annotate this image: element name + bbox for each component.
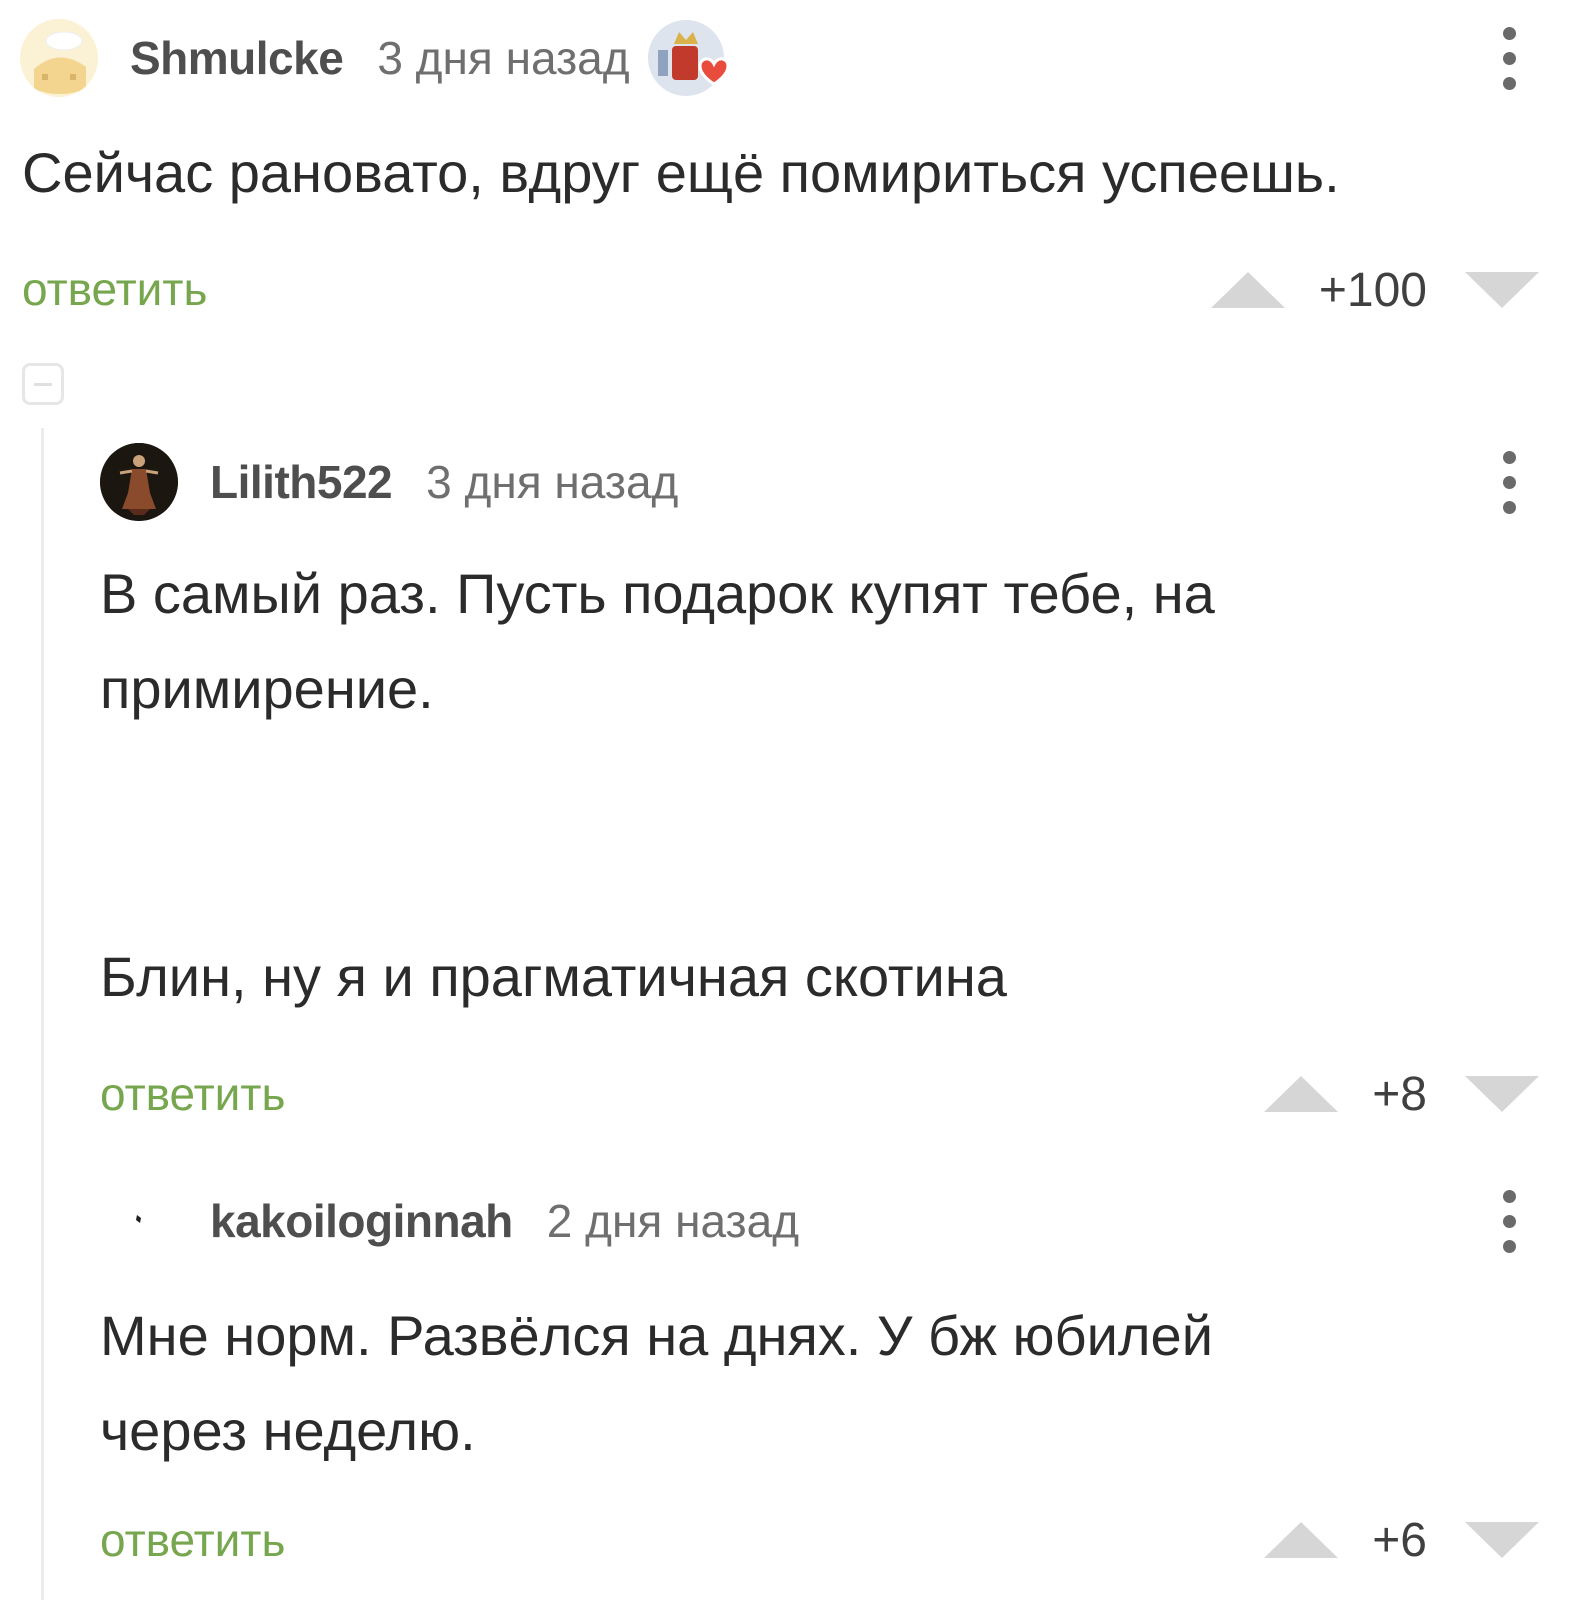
comment-header: Lilith522 3 дня назад [100,442,678,522]
more-options-button[interactable] [1489,442,1529,522]
avatar[interactable] [100,1182,178,1260]
reply-link[interactable]: ответить [100,1513,285,1567]
timestamp: 3 дня назад [426,456,679,508]
thread-line[interactable] [41,428,44,1600]
downvote-arrow-icon[interactable] [1465,272,1539,308]
coat-of-arms-heart-badge-icon[interactable] [647,18,728,98]
more-dot-icon [1502,26,1516,40]
comment-text-line: через неделю. [100,1399,476,1462]
comment-text-line: В самый раз. Пусть подарок купят тебе, н… [100,562,1215,625]
more-dot-icon [1502,51,1516,65]
username[interactable]: kakoiloginnah [210,1194,513,1248]
upvote-arrow-icon[interactable] [1210,272,1285,308]
timestamp: 2 дня назад [546,1195,800,1247]
more-dot-icon [1502,1214,1516,1228]
more-dot-icon [1502,76,1516,90]
comment-text-line: примирение. [100,657,434,720]
rating: +100 [1318,263,1427,317]
downvote-arrow-icon[interactable] [1465,1076,1539,1112]
comment-text: Сейчас рановато, вдруг ещё помириться ус… [22,141,1340,204]
vote-controls: +100 [1210,260,1539,320]
username[interactable]: Shmulcke [130,31,344,85]
more-options-button[interactable] [1489,18,1529,98]
upvote-arrow-icon[interactable] [1264,1076,1339,1112]
avatar[interactable] [100,443,178,521]
rating: +8 [1372,1067,1427,1121]
comment-header: kakoiloginnah 2 дня назад [100,1181,799,1261]
more-dot-icon [1502,500,1516,514]
timestamp: 3 дня назад [377,32,630,84]
cartoon-face-avatar-icon [20,19,98,97]
comment-text-line: Блин, ну я и прагматичная скотина [100,945,1007,1008]
username[interactable]: Lilith522 [210,455,393,509]
dot-avatar-icon [101,1183,177,1259]
more-options-button[interactable] [1489,1181,1529,1261]
comment-header: Shmulcke 3 дня назад [20,18,728,98]
more-dot-icon [1502,1239,1516,1253]
comment-text-line: Мне норм. Развёлся на днях. У бж юбилей [100,1304,1213,1367]
more-dot-icon [1502,450,1516,464]
upvote-arrow-icon[interactable] [1264,1522,1339,1558]
vote-controls: +6 [1264,1510,1539,1570]
more-dot-icon [1502,1189,1516,1203]
dark-figure-avatar-icon [100,443,178,521]
reply-link[interactable]: ответить [100,1067,285,1121]
avatar[interactable] [20,19,98,97]
vote-controls: +8 [1264,1064,1539,1124]
rating: +6 [1372,1513,1427,1567]
downvote-arrow-icon[interactable] [1465,1522,1539,1558]
more-dot-icon [1502,475,1516,489]
collapse-thread-button[interactable] [22,363,64,405]
reply-link[interactable]: ответить [22,262,207,316]
